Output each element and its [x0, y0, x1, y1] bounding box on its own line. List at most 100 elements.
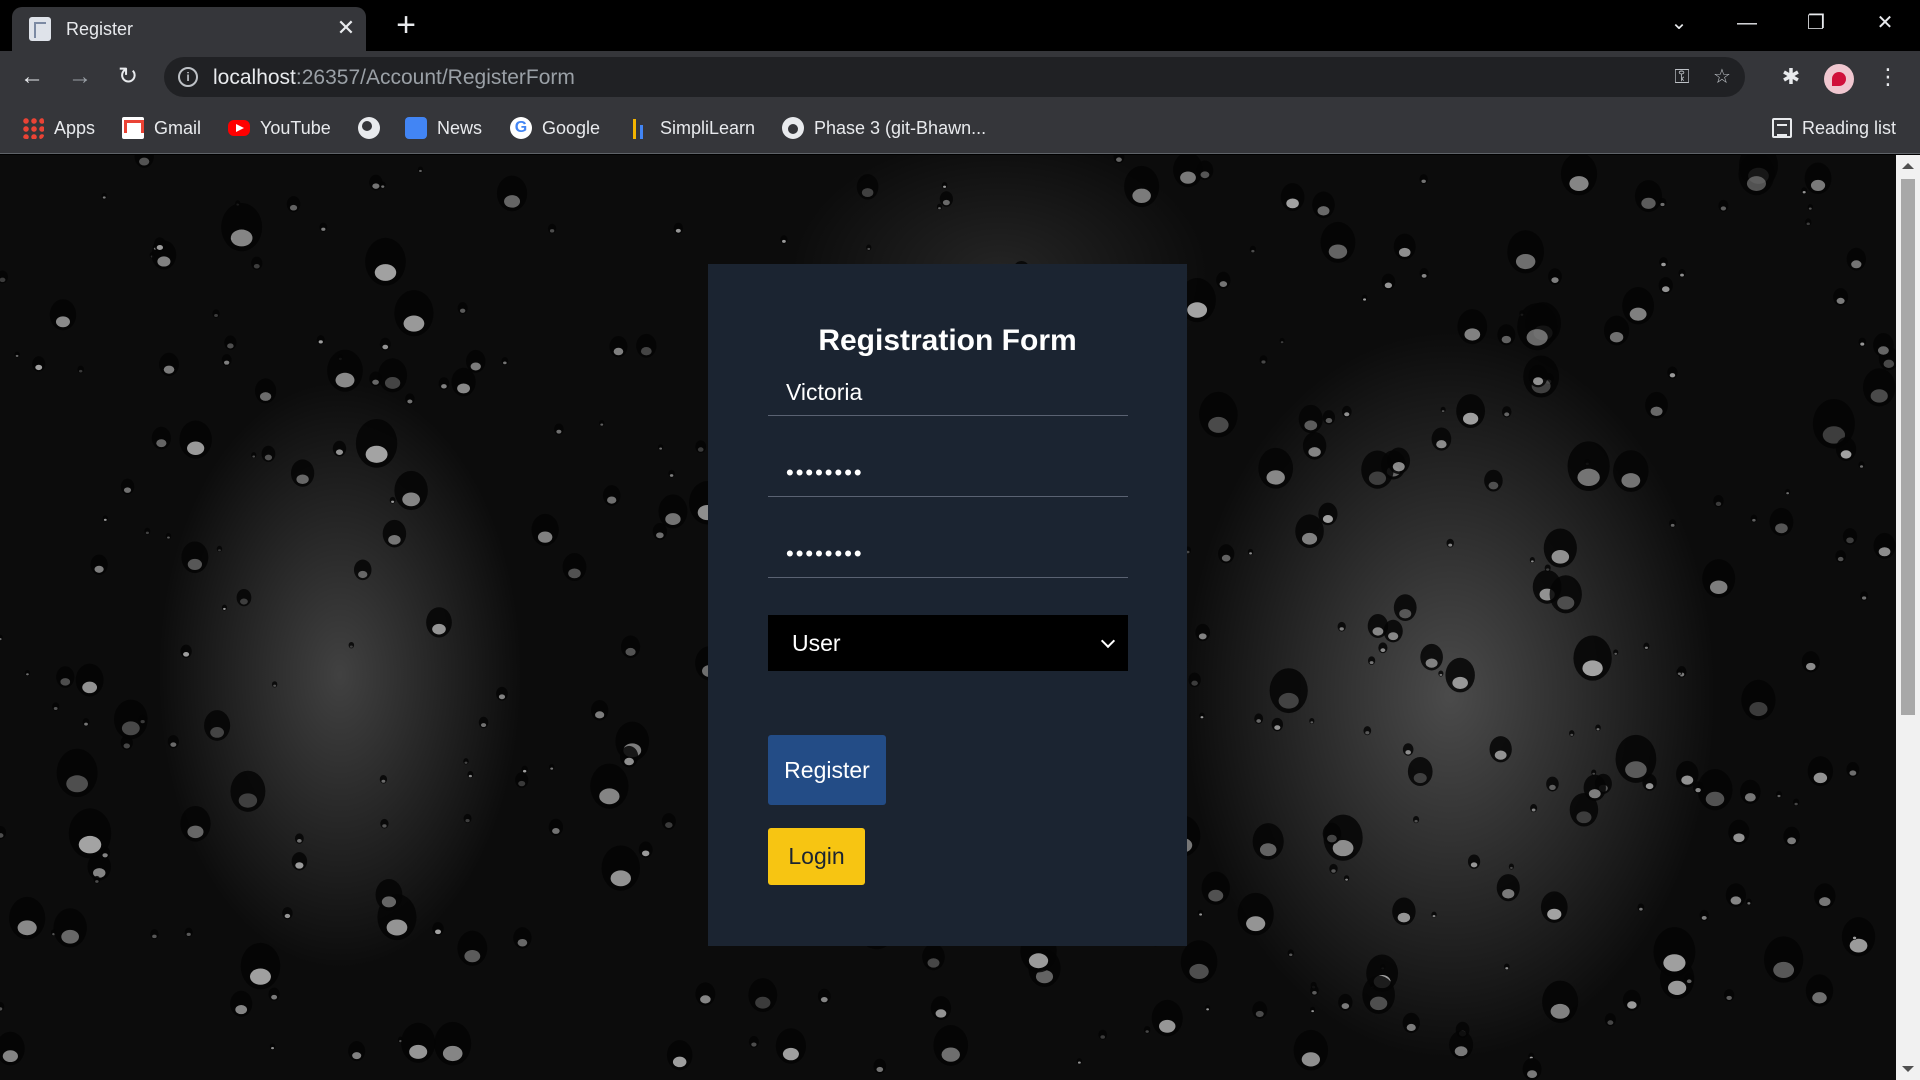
raindrop [666, 1040, 693, 1071]
restore-button[interactable]: ❐ [1796, 8, 1836, 38]
raindrop [748, 978, 778, 1013]
raindrop [1419, 268, 1429, 279]
password-field[interactable]: •••••••• [768, 449, 1128, 497]
site-info-icon[interactable]: i [178, 67, 198, 87]
bookmark-google[interactable]: Google [510, 115, 600, 141]
bookmark-gmail[interactable]: Gmail [122, 115, 201, 141]
bookmark-globe[interactable] [358, 115, 380, 141]
reading-list-button[interactable]: Reading list [1772, 115, 1896, 141]
forward-button[interactable]: → [64, 61, 96, 93]
raindrop [184, 927, 193, 937]
raindrop [1546, 776, 1559, 792]
raindrop [1312, 191, 1335, 219]
register-button[interactable]: Register [768, 735, 886, 805]
bookmark-star-icon[interactable]: ☆ [1710, 65, 1734, 89]
chevron-down-icon [1098, 615, 1118, 671]
bookmark-label: News [437, 117, 483, 138]
raindrop [90, 554, 108, 575]
raindrop [1724, 989, 1735, 1002]
raindrop [1337, 621, 1346, 632]
role-select[interactable]: User [768, 615, 1128, 671]
profile-avatar[interactable] [1824, 64, 1854, 94]
minimize-button[interactable]: — [1727, 8, 1767, 38]
raindrop [1622, 989, 1641, 1011]
new-tab-button[interactable]: + [390, 8, 422, 42]
raindrop [513, 927, 532, 949]
raindrop [378, 358, 408, 393]
raindrop [1658, 277, 1673, 294]
bookmark-apps[interactable]: Apps [22, 115, 95, 141]
raindrop [1573, 635, 1612, 681]
bookmark-youtube[interactable]: YouTube [228, 115, 331, 141]
raindrop [602, 485, 621, 506]
raindrop [531, 513, 559, 546]
raindrop [1467, 854, 1481, 869]
raindrop [515, 772, 529, 788]
raindrop [49, 299, 77, 331]
raindrop [1637, 903, 1645, 912]
login-button[interactable]: Login [768, 828, 865, 885]
raindrop [394, 290, 434, 337]
raindrop [748, 1035, 759, 1048]
raindrop [1718, 199, 1729, 212]
address-bar[interactable]: i localhost:26357/Account/RegisterForm ⚿… [164, 57, 1745, 97]
raindrop [1279, 337, 1285, 344]
raindrop [1180, 940, 1218, 984]
tab-search-icon[interactable]: ⌄ [1659, 8, 1699, 38]
confirm-password-field[interactable]: •••••••• [768, 530, 1128, 578]
raindrop [261, 445, 276, 462]
raindrop [1393, 594, 1417, 622]
raindrop [1151, 999, 1183, 1037]
raindrop [941, 182, 948, 189]
tab-close-icon[interactable]: ✕ [333, 15, 359, 41]
raindrop [521, 765, 528, 774]
raindrop [251, 452, 257, 459]
raindrop [1595, 724, 1601, 732]
raindrop [1310, 1006, 1316, 1013]
raindrop [1793, 798, 1800, 807]
password-key-icon[interactable]: ⚿ [1670, 65, 1694, 89]
bookmark-news[interactable]: News [405, 115, 482, 141]
raindrop [77, 365, 84, 374]
reload-button[interactable]: ↻ [112, 61, 144, 93]
page-scrollbar[interactable] [1896, 155, 1920, 1080]
raindrop [501, 357, 509, 366]
raindrop [1858, 337, 1867, 347]
raindrop [438, 377, 450, 390]
raindrop [1188, 672, 1201, 688]
raindrop [1302, 432, 1327, 460]
raindrop [467, 770, 474, 779]
raindrop [599, 420, 605, 427]
raindrop [1653, 927, 1696, 977]
browser-tab-register[interactable]: Register ✕ [12, 7, 366, 51]
scroll-up-arrow-icon[interactable] [1902, 163, 1914, 169]
raindrop [1542, 980, 1579, 1024]
raindrop [1814, 883, 1836, 909]
bookmark-simplilearn[interactable]: SimpliLearn [628, 115, 755, 141]
youtube-icon [228, 120, 250, 136]
bookmark-github-phase3[interactable]: Phase 3 (git-Bhawn... [782, 115, 986, 141]
raindrop [1124, 165, 1160, 208]
username-field[interactable]: Victoria [768, 368, 1128, 416]
scrollbar-thumb[interactable] [1901, 179, 1915, 715]
raindrop [620, 635, 641, 659]
close-window-button[interactable]: ✕ [1865, 8, 1905, 38]
bookmark-label: YouTube [260, 117, 331, 138]
url-text[interactable]: localhost:26357/Account/RegisterForm [213, 66, 575, 90]
raindrop [1659, 257, 1668, 268]
raindrop [1851, 932, 1858, 940]
scroll-down-arrow-icon[interactable] [1902, 1066, 1914, 1072]
raindrop [1438, 670, 1444, 677]
raindrop [316, 335, 325, 345]
raindrop [1196, 160, 1214, 181]
browser-menu-icon[interactable]: ⋮ [1874, 63, 1902, 91]
raindrop [1367, 614, 1389, 639]
raindrop [1076, 1058, 1083, 1065]
raindrop [1457, 309, 1488, 345]
raindrop [1807, 204, 1813, 211]
globe-icon [358, 117, 380, 139]
raindrop [1343, 875, 1350, 882]
extensions-icon[interactable]: ✱ [1777, 63, 1805, 91]
back-button[interactable]: ← [16, 61, 48, 93]
raindrop [1804, 162, 1832, 195]
